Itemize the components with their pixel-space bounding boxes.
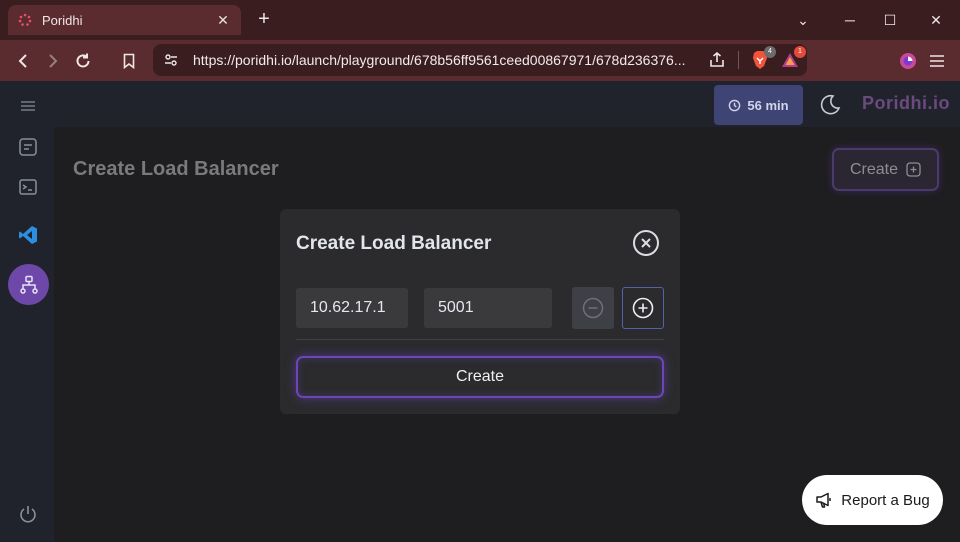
- timer-text: 56 min: [747, 97, 789, 113]
- browser-toolbar: https://poridhi.io/launch/playground/678…: [0, 40, 960, 81]
- address-bar-actions: 4 1: [708, 46, 806, 70]
- dialog-title: Create Load Balancer: [296, 233, 492, 254]
- browser-tab[interactable]: Poridhi ✕: [8, 5, 241, 35]
- reload-button[interactable]: [71, 49, 95, 73]
- create-button-label: Create: [849, 160, 899, 178]
- close-window-button[interactable]: ✕: [926, 10, 946, 30]
- sidebar-item-terminal[interactable]: [17, 176, 39, 198]
- add-target-button[interactable]: [622, 287, 664, 329]
- bookmark-icon: [123, 53, 135, 69]
- maximize-button[interactable]: ☐: [880, 10, 900, 30]
- brave-shields-button[interactable]: 4: [751, 46, 776, 70]
- sidebar-menu-toggle[interactable]: [17, 95, 39, 117]
- browser-tab-bar: Poridhi ✕ + ⌄ ─ ☐ ✕: [0, 0, 960, 40]
- port-input[interactable]: 5001: [424, 288, 552, 328]
- ip-address-input[interactable]: 10.62.17.1: [296, 288, 408, 328]
- back-button[interactable]: [11, 49, 35, 73]
- brave-badge: 4: [764, 46, 776, 58]
- load-balancer-icon: [19, 275, 38, 294]
- create-load-balancer-dialog: Create Load Balancer 10.62.17.1 5001 Cre…: [280, 209, 680, 414]
- browser-menu-button[interactable]: [925, 49, 949, 73]
- document-icon: [19, 138, 37, 156]
- new-tab-button[interactable]: +: [252, 8, 276, 32]
- sidebar-item-power[interactable]: [17, 503, 39, 525]
- url-text: https://poridhi.io/launch/playground/678…: [193, 52, 686, 68]
- remove-target-button[interactable]: [572, 287, 614, 329]
- clock-icon: [729, 99, 741, 111]
- sidebar-item-load-balancer[interactable]: [8, 264, 49, 305]
- page-title: Create Load Balancer: [73, 158, 279, 180]
- profile-icon: [900, 53, 916, 69]
- menu-icon: [21, 101, 35, 111]
- site-settings-icon[interactable]: [163, 52, 179, 68]
- forward-arrow-icon: [49, 54, 58, 68]
- bookmark-button[interactable]: [117, 49, 141, 73]
- dialog-create-button[interactable]: Create: [296, 356, 664, 398]
- megaphone-icon: [816, 492, 832, 508]
- app-sidebar: [0, 81, 54, 542]
- vscode-icon: [19, 226, 37, 244]
- tab-close-icon[interactable]: ✕: [215, 12, 231, 29]
- report-bug-button[interactable]: Report a Bug: [802, 475, 943, 525]
- share-icon[interactable]: [708, 51, 726, 69]
- plus-square-icon: [906, 162, 921, 177]
- tab-list-chevron-icon[interactable]: ⌄: [793, 10, 813, 30]
- hamburger-menu-icon: [930, 55, 944, 67]
- alert-badge: 1: [794, 46, 806, 58]
- profile-button[interactable]: [896, 49, 920, 73]
- terminal-icon: [19, 179, 37, 195]
- tab-title: Poridhi: [42, 12, 83, 28]
- sidebar-item-docs[interactable]: [17, 136, 39, 158]
- create-button[interactable]: Create: [832, 148, 939, 191]
- dark-mode-moon-icon[interactable]: [818, 93, 842, 117]
- minus-circle-icon: [582, 297, 604, 319]
- address-bar[interactable]: https://poridhi.io/launch/playground/678…: [153, 44, 807, 76]
- sidebar-item-vscode[interactable]: [17, 224, 39, 246]
- toolbar-divider: [738, 51, 739, 69]
- forward-button[interactable]: [41, 49, 65, 73]
- back-arrow-icon: [18, 54, 27, 68]
- plus-circle-icon: [632, 297, 654, 319]
- poridhi-logo[interactable]: Poridhi.io: [862, 93, 950, 114]
- session-timer: 56 min: [714, 85, 803, 125]
- report-bug-label: Report a Bug: [841, 491, 930, 509]
- brave-rewards-button[interactable]: 1: [781, 46, 806, 69]
- close-icon: [641, 238, 651, 248]
- power-icon: [20, 506, 36, 523]
- dialog-divider: [296, 339, 664, 340]
- minimize-button[interactable]: ─: [840, 10, 860, 30]
- reload-icon: [76, 53, 90, 68]
- dialog-close-button[interactable]: [633, 230, 659, 256]
- poridhi-favicon-icon: [18, 13, 32, 26]
